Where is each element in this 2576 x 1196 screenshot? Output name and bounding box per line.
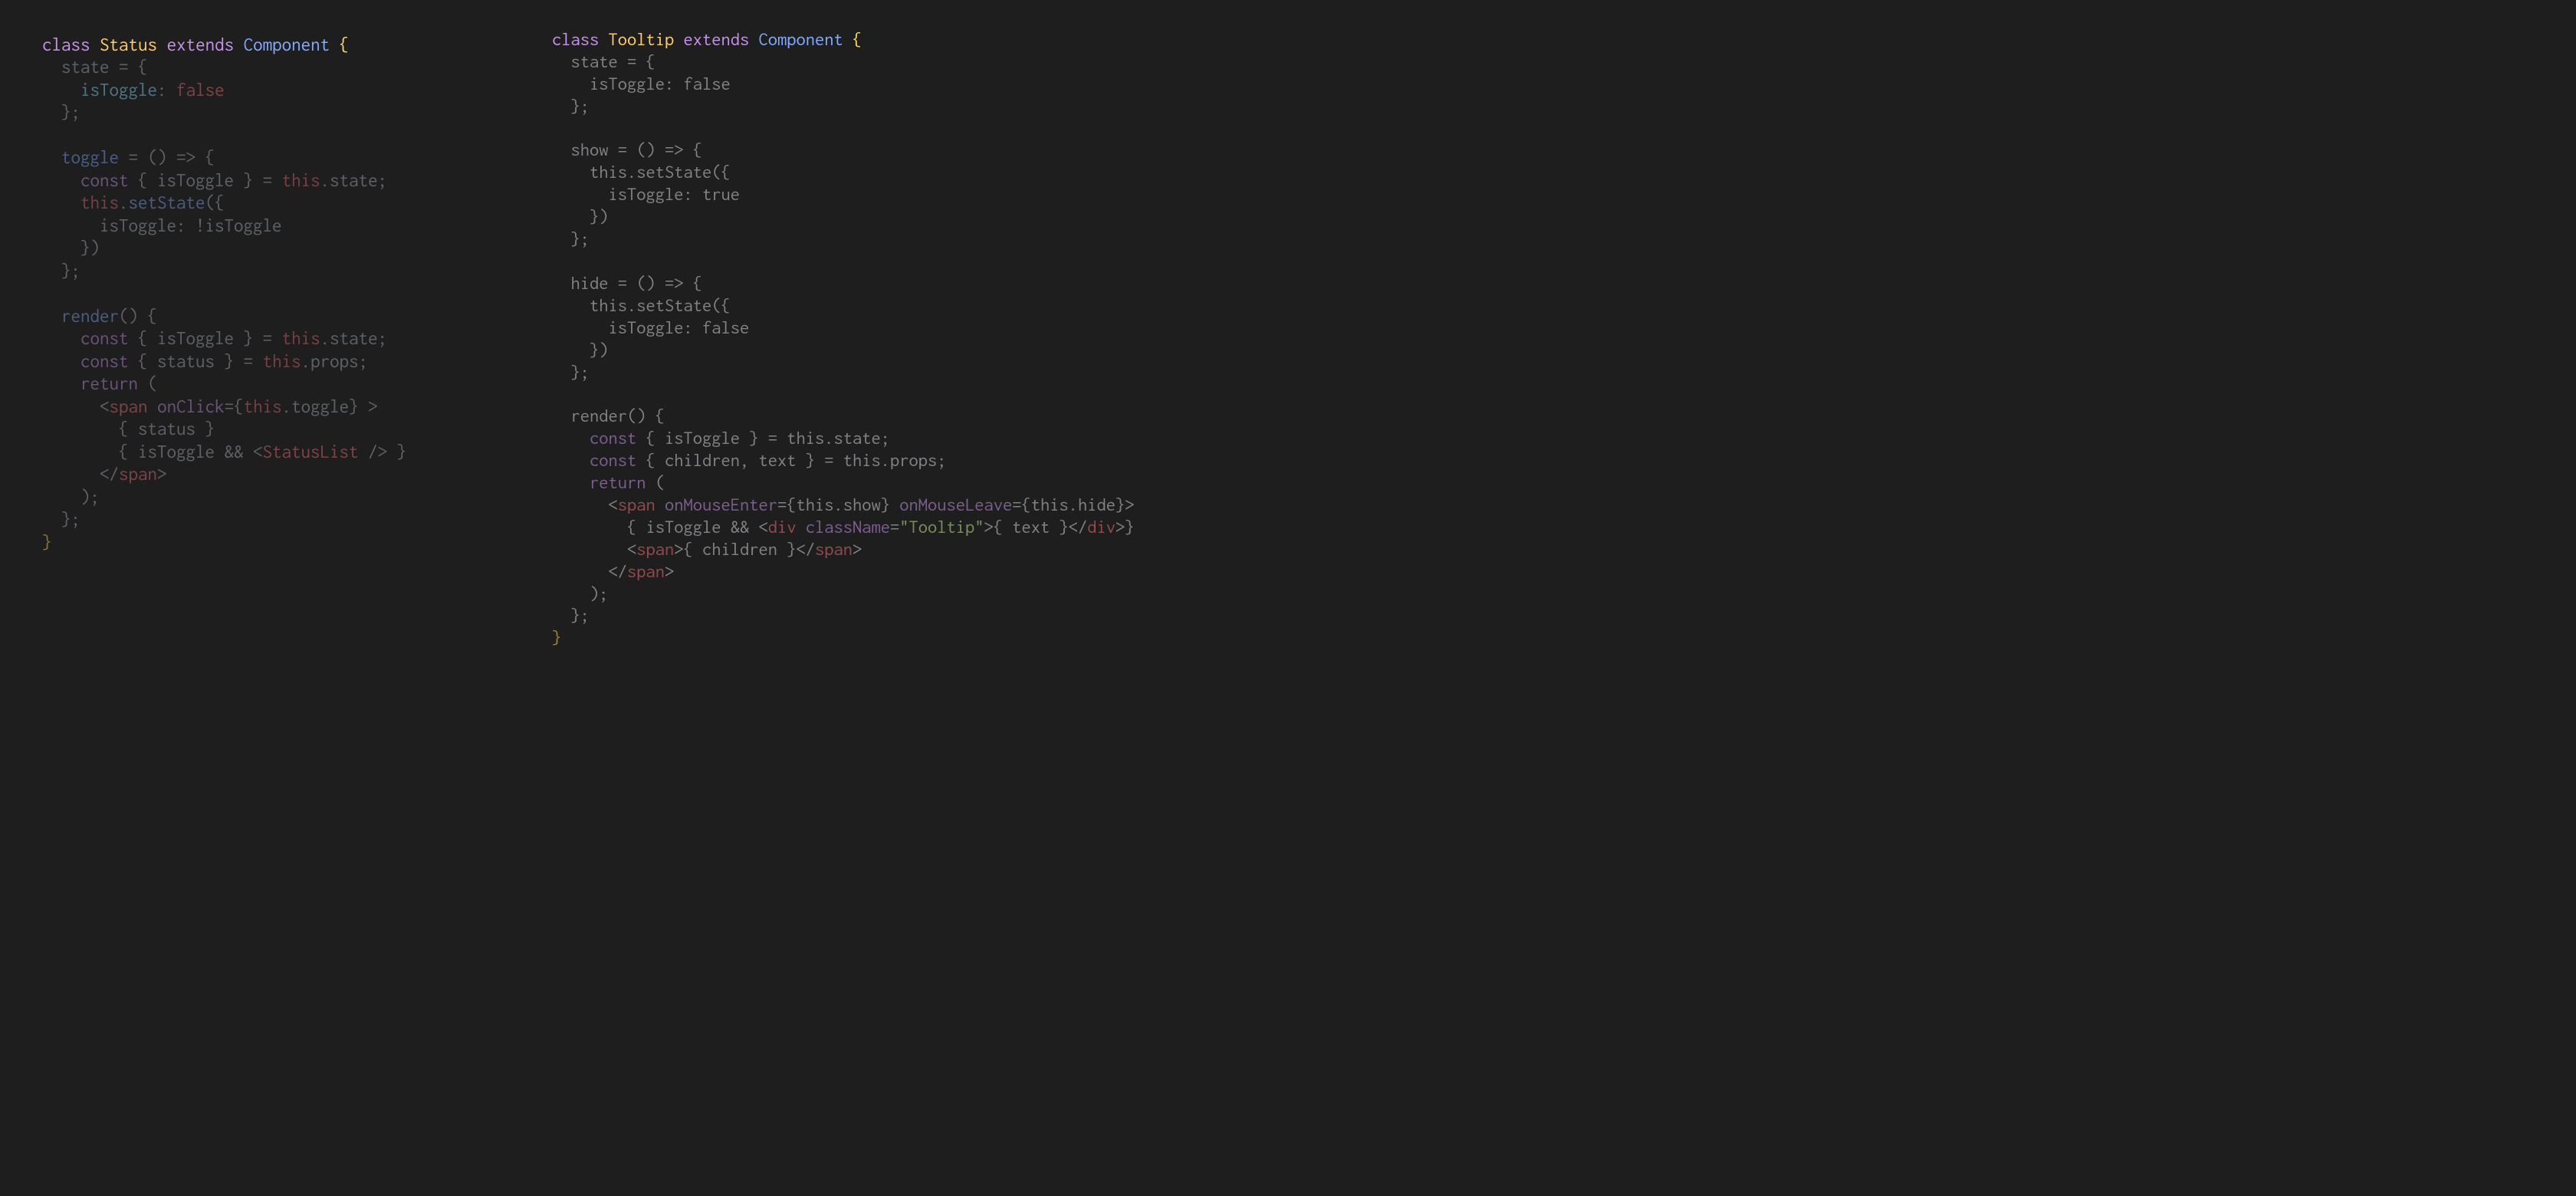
code-pane-right: class Tooltip extends Component { state … [552, 0, 1135, 1196]
method-name-show: show [571, 140, 609, 159]
method-name-render: render [571, 406, 628, 426]
extends-type: Component [759, 29, 843, 49]
setstate-body: isToggle: false [609, 317, 750, 337]
method-name-toggle: toggle [61, 147, 119, 167]
setstate-body: isToggle: true [609, 184, 741, 204]
class-name: Status [100, 34, 157, 54]
state-key: isToggle [80, 80, 157, 100]
code-pane-left: class Status extends Component { state =… [0, 0, 552, 1196]
code-line: class Tooltip extends Component { [552, 29, 862, 49]
method-name-hide: hide [571, 273, 609, 293]
method-name-render: render [61, 306, 119, 326]
state-key: isToggle [590, 74, 665, 94]
class-name: Tooltip [609, 29, 675, 49]
code-line: class Status extends Component { [42, 34, 349, 54]
state-value: false [684, 74, 731, 94]
state-value: false [176, 80, 225, 100]
extends-type: Component [244, 34, 330, 54]
code-body: state = { isToggle: false }; toggle = ()… [42, 57, 406, 552]
